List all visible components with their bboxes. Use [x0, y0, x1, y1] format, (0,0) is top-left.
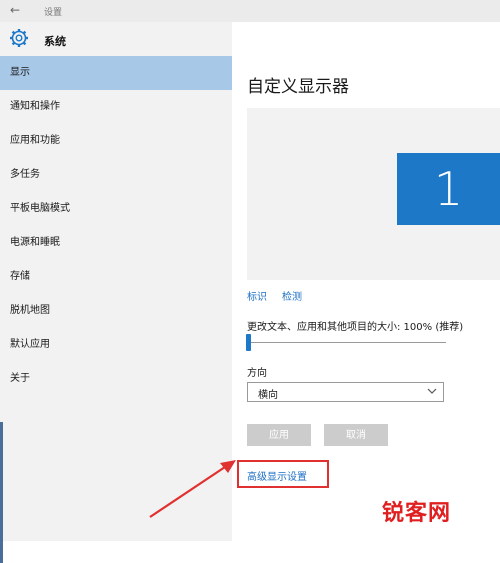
- sidebar-item-default-apps[interactable]: 默认应用: [0, 328, 232, 362]
- scale-slider-track[interactable]: [247, 342, 446, 343]
- watermark-logo: 锐客网: [382, 501, 452, 526]
- gear-icon: [10, 29, 28, 47]
- system-header: 系统: [0, 22, 232, 56]
- system-label: 系统: [44, 35, 66, 48]
- main-panel: 自定义显示器 1 标识 检测 更改文本、应用和其他项目的大小: 100% (推荐…: [232, 22, 500, 541]
- advanced-display-settings-link[interactable]: 高级显示设置: [247, 468, 307, 483]
- sidebar-item-storage[interactable]: 存储: [0, 260, 232, 294]
- sidebar-item-multitasking[interactable]: 多任务: [0, 158, 232, 192]
- scale-label: 更改文本、应用和其他项目的大小: 100% (推荐): [247, 322, 464, 333]
- orientation-value: 横向: [258, 390, 278, 401]
- apply-button[interactable]: 应用: [247, 424, 311, 446]
- sidebar-item-apps-features[interactable]: 应用和功能: [0, 124, 232, 158]
- chevron-down-icon: [427, 388, 437, 394]
- page-title: 自定义显示器: [247, 77, 349, 97]
- sidebar-item-power-sleep[interactable]: 电源和睡眠: [0, 226, 232, 260]
- desktop-edge: [0, 422, 3, 563]
- sidebar-item-tablet-mode[interactable]: 平板电脑模式: [0, 192, 232, 226]
- orientation-dropdown[interactable]: 横向: [247, 382, 444, 402]
- sidebar-item-display[interactable]: 显示: [0, 56, 232, 90]
- identify-link[interactable]: 标识: [247, 288, 267, 303]
- title-bar: ← 设置: [0, 0, 500, 22]
- scale-slider-thumb[interactable]: [246, 334, 251, 351]
- monitor-tile[interactable]: 1: [397, 153, 500, 225]
- sidebar-item-about[interactable]: 关于: [0, 362, 232, 396]
- detect-link[interactable]: 检测: [282, 288, 302, 303]
- sidebar-item-notifications[interactable]: 通知和操作: [0, 90, 232, 124]
- sidebar-item-offline-maps[interactable]: 脱机地图: [0, 294, 232, 328]
- back-arrow-icon[interactable]: ←: [10, 3, 20, 17]
- sidebar-nav: 显示 通知和操作 应用和功能 多任务 平板电脑模式 电源和睡眠 存储 脱机地图 …: [0, 56, 232, 396]
- annotation-arrow-icon: [149, 460, 236, 518]
- highlight-box: 高级显示设置: [237, 460, 329, 488]
- orientation-label: 方向: [247, 368, 267, 379]
- display-preview: 1: [247, 108, 500, 280]
- window-title: 设置: [44, 8, 63, 18]
- cancel-button[interactable]: 取消: [324, 424, 388, 446]
